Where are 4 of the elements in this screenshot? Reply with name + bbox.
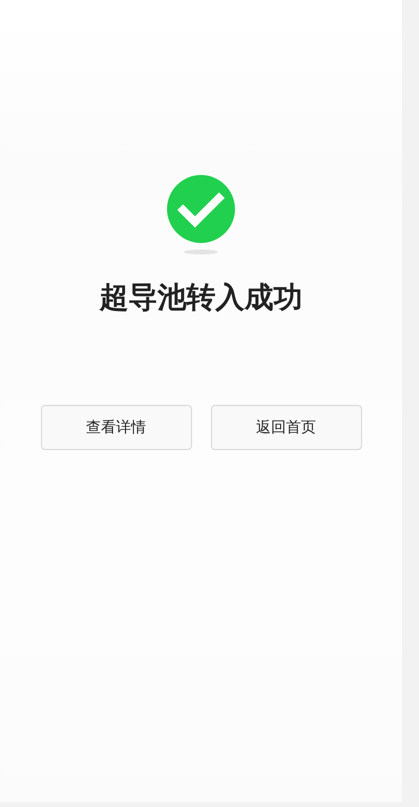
- result-title: 超导池转入成功: [100, 279, 302, 316]
- checkmark-circle-icon: [166, 175, 236, 257]
- action-button[interactable]: 查看详情: [40, 405, 192, 450]
- action-button[interactable]: 返回首页: [210, 405, 362, 450]
